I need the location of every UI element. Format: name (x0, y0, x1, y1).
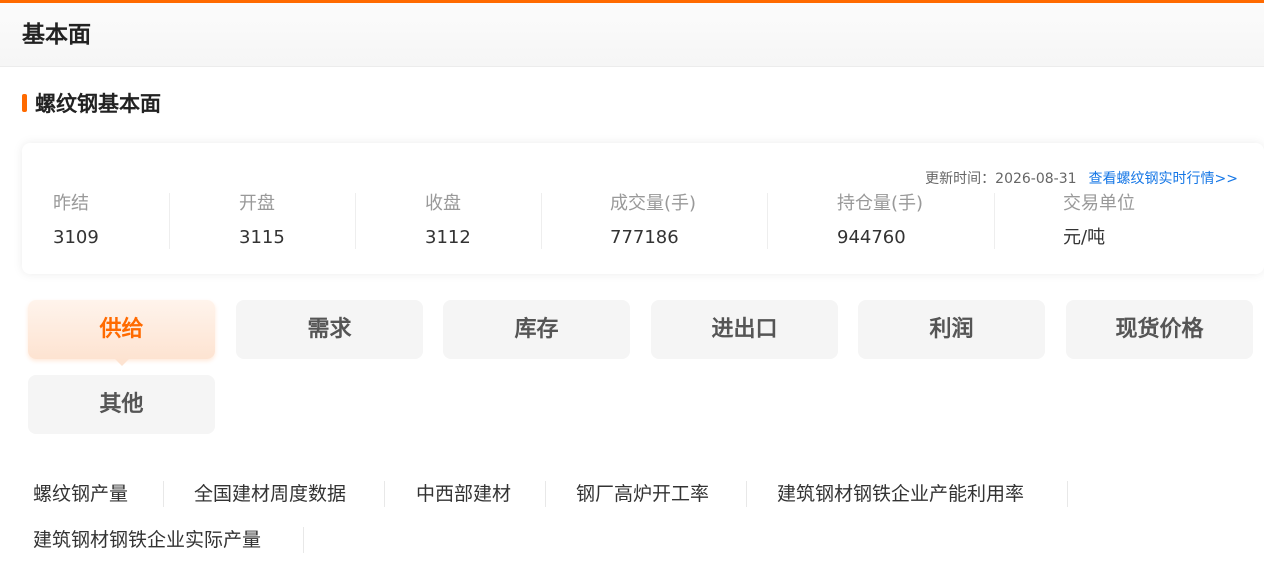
sub-link-divider (384, 481, 385, 507)
stat-divider (541, 193, 542, 249)
quote-card: 更新时间：2026-08-31 查看螺纹钢实时行情>> 昨结 3109 开盘 31… (22, 143, 1264, 274)
sub-link-divider (1067, 481, 1068, 507)
stat-value: 944760 (837, 227, 906, 248)
update-time-label: 更新时间： (925, 171, 996, 187)
update-time-value: 2026-08-31 (995, 171, 1077, 187)
tab-supply[interactable]: 供给 (28, 300, 215, 366)
stat-close: 收盘 3112 (425, 191, 471, 251)
tab-profit[interactable]: 利润 (858, 300, 1045, 359)
page-title: 基本面 (22, 22, 91, 48)
tab-demand[interactable]: 需求 (236, 300, 423, 359)
stat-divider (355, 193, 356, 249)
sub-link-weekly-building-materials[interactable]: 全国建材周度数据 (194, 481, 346, 507)
stat-label: 昨结 (53, 193, 89, 214)
tab-inventory[interactable]: 库存 (443, 300, 630, 359)
sub-link-divider (545, 481, 546, 507)
sub-link-rebar-output[interactable]: 螺纹钢产量 (33, 481, 128, 507)
sub-link-blast-furnace-rate[interactable]: 钢厂高炉开工率 (576, 481, 709, 507)
update-info: 更新时间：2026-08-31 查看螺纹钢实时行情>> (925, 169, 1238, 189)
sub-link-divider (163, 481, 164, 507)
stat-value: 元/吨 (1063, 227, 1106, 248)
stat-value: 777186 (610, 227, 679, 248)
stat-label: 交易单位 (1063, 193, 1135, 214)
stat-value: 3112 (425, 227, 471, 248)
stat-label: 收盘 (425, 193, 461, 214)
sub-link-central-west-materials[interactable]: 中西部建材 (416, 481, 511, 507)
stat-open-interest: 持仓量(手) 944760 (837, 191, 923, 251)
sub-link-divider (303, 527, 304, 553)
tab-other[interactable]: 其他 (28, 375, 215, 434)
stat-label: 开盘 (239, 193, 275, 214)
realtime-quote-link[interactable]: 查看螺纹钢实时行情>> (1089, 171, 1238, 187)
section-title-marker (22, 94, 27, 112)
sub-link-capacity-utilization[interactable]: 建筑钢材钢铁企业产能利用率 (777, 481, 1024, 507)
sub-link-divider (746, 481, 747, 507)
stat-label: 成交量(手) (610, 193, 697, 214)
stat-value: 3109 (53, 227, 99, 248)
tab-import-export[interactable]: 进出口 (651, 300, 838, 359)
stat-prev-settle: 昨结 3109 (53, 191, 99, 251)
stat-trading-unit: 交易单位 元/吨 (1063, 191, 1135, 251)
stat-divider (994, 193, 995, 249)
page-header: 基本面 (0, 3, 1264, 67)
stat-open: 开盘 3115 (239, 191, 285, 251)
section-title: 螺纹钢基本面 (35, 92, 161, 116)
tab-spot-price[interactable]: 现货价格 (1066, 300, 1253, 359)
stat-value: 3115 (239, 227, 285, 248)
stat-divider (169, 193, 170, 249)
sub-link-actual-output[interactable]: 建筑钢材钢铁企业实际产量 (33, 527, 261, 553)
stat-label: 持仓量(手) (837, 193, 924, 214)
stat-volume: 成交量(手) 777186 (610, 191, 696, 251)
stat-divider (767, 193, 768, 249)
